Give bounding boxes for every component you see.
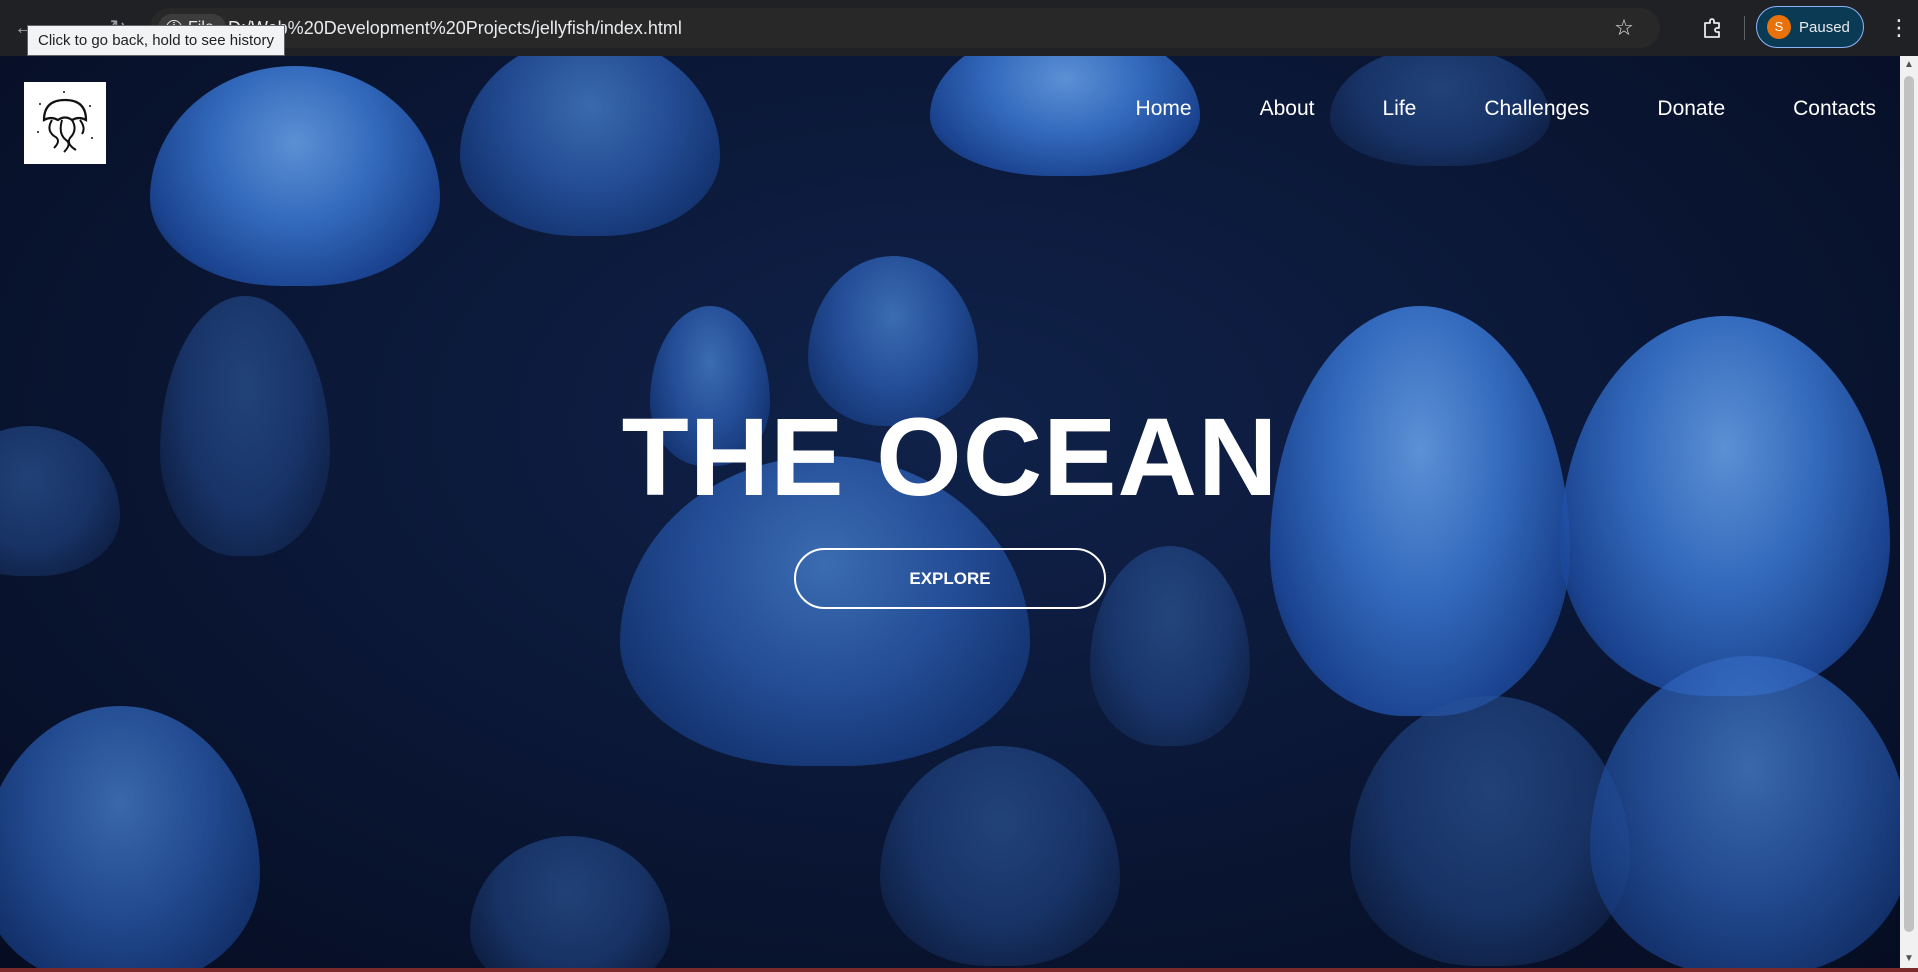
toolbar-divider (1744, 16, 1745, 40)
extensions-icon[interactable] (1696, 12, 1728, 44)
page-viewport: Home About Life Challenges Donate Contac… (0, 56, 1900, 968)
scroll-up-icon[interactable]: ▲ (1900, 56, 1918, 74)
browser-toolbar: ← → ↻ i File D:/Web%20Development%20Proj… (0, 0, 1918, 56)
nav-contacts[interactable]: Contacts (1793, 98, 1876, 119)
kebab-menu-icon[interactable]: ⋮ (1888, 14, 1910, 42)
scroll-down-icon[interactable]: ▼ (1900, 950, 1918, 968)
profile-status: Paused (1799, 18, 1850, 36)
nav-life[interactable]: Life (1382, 98, 1416, 119)
bookmark-star-icon[interactable]: ☆ (1608, 12, 1640, 44)
page-scrollbar[interactable]: ▲ ▼ (1900, 56, 1918, 968)
nav-challenges[interactable]: Challenges (1484, 98, 1589, 119)
site-logo[interactable] (24, 82, 106, 164)
profile-button[interactable]: S Paused (1756, 6, 1864, 48)
nav-donate[interactable]: Donate (1657, 98, 1725, 119)
jellyfish-logo-icon (37, 91, 93, 153)
nav-about[interactable]: About (1260, 98, 1315, 119)
scroll-thumb[interactable] (1904, 76, 1914, 932)
hero-title: THE OCEAN (621, 396, 1279, 519)
avatar: S (1767, 15, 1791, 39)
window-bottom-edge (0, 968, 1918, 972)
explore-button[interactable]: EXPLORE (794, 548, 1106, 609)
main-nav: Home About Life Challenges Donate Contac… (1136, 98, 1876, 119)
back-tooltip: Click to go back, hold to see history (27, 25, 285, 56)
address-bar[interactable]: i File D:/Web%20Development%20Projects/j… (150, 8, 1660, 48)
nav-home[interactable]: Home (1136, 98, 1192, 119)
url-text[interactable]: D:/Web%20Development%20Projects/jellyfis… (228, 8, 682, 48)
